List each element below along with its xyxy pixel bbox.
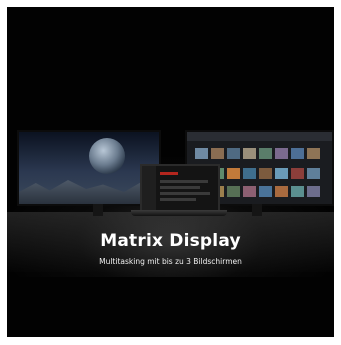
left-monitor-stand	[93, 204, 103, 216]
laptop-accent-bar	[160, 172, 178, 175]
game-tile	[259, 186, 272, 197]
right-monitor-app-bar	[187, 132, 332, 141]
game-tile	[291, 168, 304, 179]
game-tile	[275, 186, 288, 197]
game-tile	[243, 168, 256, 179]
game-tile	[275, 168, 288, 179]
laptop-screen	[140, 164, 220, 212]
game-tile	[275, 148, 288, 159]
planet-image	[89, 138, 125, 174]
game-tile	[307, 186, 320, 197]
laptop-text-line	[160, 186, 200, 189]
game-tile	[259, 168, 272, 179]
game-tile	[259, 148, 272, 159]
banner-title: Matrix Display	[100, 231, 241, 251]
laptop-text-line	[160, 198, 196, 201]
game-tile	[227, 148, 240, 159]
game-tile	[227, 168, 240, 179]
game-tile	[211, 148, 224, 159]
game-tile	[307, 148, 320, 159]
game-tile	[243, 148, 256, 159]
game-tile	[195, 148, 208, 159]
game-tile	[307, 168, 320, 179]
laptop-sidebar	[142, 166, 156, 210]
game-tile	[243, 186, 256, 197]
game-tile	[291, 186, 304, 197]
laptop-text-line	[160, 180, 208, 183]
product-banner: Matrix Display Multitasking mit bis zu 3…	[7, 7, 334, 337]
game-tile	[291, 148, 304, 159]
banner-subtitle: Multitasking mit bis zu 3 Bildschirmen	[99, 257, 242, 266]
right-monitor-stand	[252, 204, 262, 216]
laptop-text-line	[160, 192, 210, 195]
game-tile	[227, 186, 240, 197]
laptop-base	[131, 210, 227, 216]
game-tile-row	[195, 148, 320, 159]
